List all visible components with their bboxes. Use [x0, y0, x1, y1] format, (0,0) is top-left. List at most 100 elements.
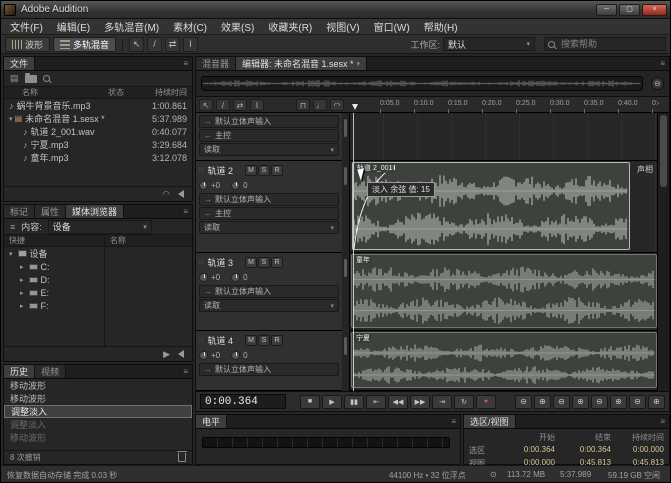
panel-menu-icon[interactable]: ≡: [179, 57, 192, 70]
tab-properties[interactable]: 属性: [35, 205, 66, 218]
playhead[interactable]: [353, 113, 354, 391]
record-button[interactable]: ●: [476, 395, 496, 409]
tab-history[interactable]: 历史: [4, 365, 35, 378]
selection-end[interactable]: 0:00.364: [555, 445, 611, 456]
column-name[interactable]: 名称: [4, 87, 38, 98]
menu-file[interactable]: 文件(F): [3, 19, 50, 34]
track-lane-4[interactable]: 宁夏: [350, 331, 659, 391]
search-icon[interactable]: [43, 75, 50, 82]
zoom-in-horizontal-button[interactable]: ⊕: [572, 395, 589, 409]
maximize-button[interactable]: ▢: [619, 4, 640, 16]
track-automation-select[interactable]: 读取 ▾: [199, 299, 339, 312]
multitrack-view-button[interactable]: 多轨混音: [53, 37, 116, 52]
tree-item-drive[interactable]: ▸ D:: [4, 273, 192, 286]
menu-favorites[interactable]: 收藏夹(R): [261, 19, 319, 34]
tree-item-drive[interactable]: ▸ E:: [4, 286, 192, 299]
time-select-tool-icon[interactable]: I: [183, 37, 198, 52]
solo-button[interactable]: S: [258, 165, 270, 176]
track-automation-select[interactable]: 读取 ▾: [199, 143, 339, 156]
panel-menu-icon[interactable]: ≡: [179, 365, 192, 378]
tab-selection-view[interactable]: 选区/视图: [464, 415, 516, 428]
menu-multitrack[interactable]: 多轨混音(M): [97, 19, 166, 34]
metronome-icon[interactable]: ♩: [313, 99, 327, 111]
track-output-select[interactable]: ← 主控: [199, 129, 339, 142]
slip-tool-icon[interactable]: ⇄: [233, 99, 247, 111]
stop-button[interactable]: ■: [300, 395, 320, 409]
drag-handle-icon[interactable]: ∷: [199, 336, 203, 344]
mute-button[interactable]: M: [245, 165, 257, 176]
mute-button[interactable]: M: [245, 335, 257, 346]
file-row[interactable]: ♪ 蜗牛背景音乐.mp3 1:00.861: [4, 99, 192, 112]
solo-button[interactable]: S: [258, 257, 270, 268]
audio-clip-track3[interactable]: 童年: [351, 254, 657, 328]
selection-duration[interactable]: 0:00.000: [611, 445, 664, 456]
zoom-out-horizontal-button[interactable]: ⊖: [553, 395, 570, 409]
drag-handle-icon[interactable]: ∷: [199, 258, 203, 266]
file-row[interactable]: ▾ ▤ 未命名混音 1.sesx * 5:37.989: [4, 112, 192, 125]
trash-icon[interactable]: [178, 453, 186, 462]
volume-knob[interactable]: [199, 351, 208, 360]
panel-menu-icon[interactable]: ≡: [447, 415, 460, 428]
speaker-icon[interactable]: [178, 190, 184, 198]
tab-levels[interactable]: 电平: [196, 415, 227, 428]
speaker-icon[interactable]: [178, 350, 184, 358]
scrollbar-thumb[interactable]: [660, 115, 667, 187]
play-button[interactable]: ▶: [322, 395, 342, 409]
track-input-select[interactable]: → 默认立体声输入: [199, 363, 339, 376]
pause-button[interactable]: ▮▮: [344, 395, 364, 409]
track-input-select[interactable]: → 默认立体声输入: [199, 115, 339, 128]
tab-media-browser[interactable]: 媒体浏览器: [66, 205, 124, 218]
zoom-in-vertical-button[interactable]: ⊕: [610, 395, 627, 409]
tree-item-drive[interactable]: ▸ F:: [4, 299, 192, 312]
rewind-button[interactable]: ◀◀: [388, 395, 408, 409]
mute-button[interactable]: M: [245, 257, 257, 268]
zoom-out-button[interactable]: ⊖: [515, 395, 532, 409]
close-button[interactable]: ×: [642, 4, 667, 16]
time-display[interactable]: 0:00.364: [200, 394, 286, 409]
minimize-button[interactable]: ─: [596, 4, 617, 16]
tab-editor[interactable]: 编辑器: 未命名混音 1.sesx * ▾: [236, 57, 367, 70]
loop-playback-icon[interactable]: ◠: [162, 189, 170, 200]
track-resize-column[interactable]: [342, 113, 350, 391]
pan-knob[interactable]: [231, 351, 240, 360]
tree-item-devices[interactable]: ▾ 设备: [4, 247, 192, 260]
expand-icon[interactable]: ▾: [9, 250, 13, 258]
razor-tool-icon[interactable]: /: [216, 99, 230, 111]
audio-clip-track4[interactable]: 宁夏: [351, 332, 657, 388]
record-arm-button[interactable]: R: [271, 165, 283, 176]
track-output-select[interactable]: ← 主控: [199, 207, 339, 220]
file-row[interactable]: ♪ 轨道 2_001.wav 0:40.077: [4, 125, 192, 138]
zoom-selection-button[interactable]: ⊖: [629, 395, 646, 409]
history-item[interactable]: 移动波形: [4, 431, 192, 444]
audio-clip-track2[interactable]: 轨道 2_001: [352, 162, 630, 250]
record-arm-button[interactable]: R: [271, 257, 283, 268]
history-item[interactable]: 调整淡入: [4, 418, 192, 431]
solo-button[interactable]: S: [258, 335, 270, 346]
track-lane-3[interactable]: 童年: [350, 253, 659, 331]
track-input-select[interactable]: → 默认立体声输入: [199, 193, 339, 206]
column-shortcut[interactable]: 快捷: [4, 235, 25, 246]
time-select-tool-icon[interactable]: I: [250, 99, 264, 111]
zoom-out-vertical-button[interactable]: ⊖: [591, 395, 608, 409]
drag-handle-icon[interactable]: ∷: [199, 166, 203, 174]
expand-icon[interactable]: ▸: [20, 289, 24, 297]
loop-playback-button[interactable]: ↻: [454, 395, 474, 409]
slip-tool-icon[interactable]: ⇄: [165, 37, 180, 52]
file-row[interactable]: ♪ 宁夏.mp3 3:29.684: [4, 138, 192, 151]
menu-clip[interactable]: 素材(C): [166, 19, 214, 34]
menu-effects[interactable]: 效果(S): [214, 19, 261, 34]
column-status[interactable]: 状态: [108, 87, 124, 98]
track-name[interactable]: 轨道 2: [207, 164, 233, 177]
volume-knob[interactable]: [199, 273, 208, 282]
menu-help[interactable]: 帮助(H): [417, 19, 465, 34]
tab-files[interactable]: 文件: [4, 57, 35, 70]
open-folder-icon[interactable]: [25, 75, 37, 83]
history-item[interactable]: 移动波形: [4, 379, 192, 392]
menu-edit[interactable]: 编辑(E): [50, 19, 97, 34]
playhead-marker[interactable]: [352, 104, 358, 110]
razor-tool-icon[interactable]: /: [147, 37, 162, 52]
move-tool-icon[interactable]: ↖: [129, 37, 144, 52]
track-input-select[interactable]: → 默认立体声输入: [199, 285, 339, 298]
column-duration[interactable]: 持续时间: [155, 87, 187, 98]
timeline-ruler[interactable]: 0:05.0 0:10.0 0:15.0 0:20.0 0:25.0 0:30.…: [350, 97, 659, 113]
